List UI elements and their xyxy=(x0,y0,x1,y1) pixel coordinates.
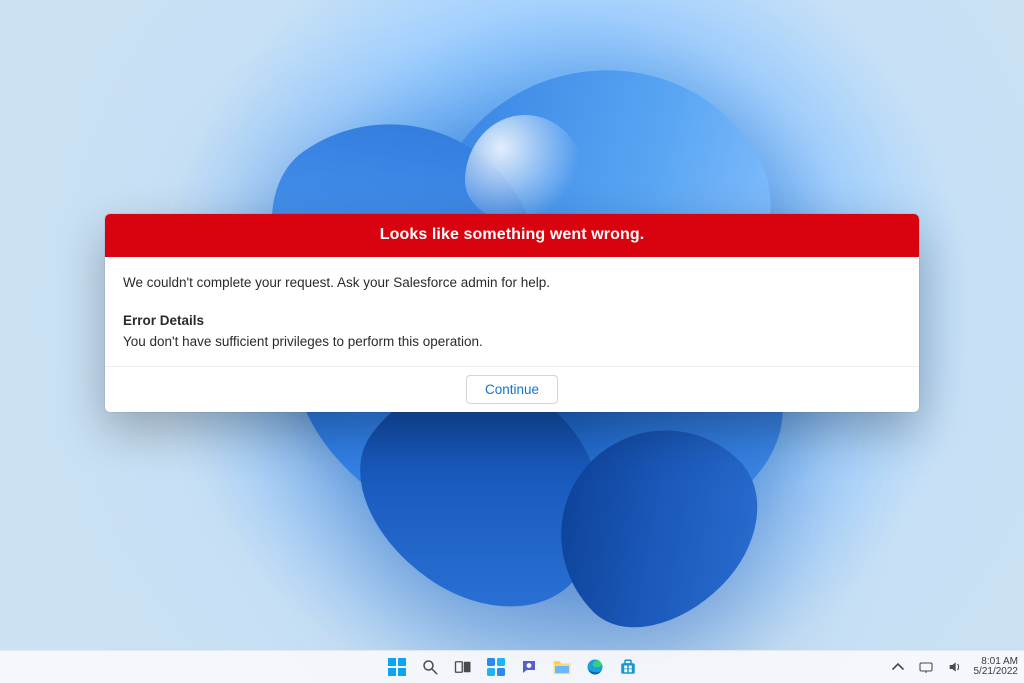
dialog-body: We couldn't complete your request. Ask y… xyxy=(105,257,919,366)
search-icon[interactable] xyxy=(417,654,443,680)
network-icon[interactable] xyxy=(916,654,936,680)
taskbar-tray: 8:01 AM 5/21/2022 xyxy=(889,654,1019,680)
error-details-label: Error Details xyxy=(123,311,901,331)
error-details-text: You don't have sufficient privileges to … xyxy=(123,332,901,352)
clock-date: 5/21/2022 xyxy=(974,667,1019,678)
widgets-icon[interactable] xyxy=(483,654,509,680)
error-dialog: Looks like something went wrong. We coul… xyxy=(105,214,919,412)
dialog-footer: Continue xyxy=(105,366,919,412)
chat-icon[interactable] xyxy=(516,654,542,680)
taskbar: 8:01 AM 5/21/2022 xyxy=(0,650,1024,683)
file-explorer-icon[interactable] xyxy=(549,654,575,680)
store-icon[interactable] xyxy=(615,654,641,680)
tray-chevron-up-icon[interactable] xyxy=(889,654,907,680)
start-icon[interactable] xyxy=(384,654,410,680)
sound-icon[interactable] xyxy=(945,654,965,680)
edge-icon[interactable] xyxy=(582,654,608,680)
taskbar-clock[interactable]: 8:01 AM 5/21/2022 xyxy=(974,657,1019,678)
taskbar-center xyxy=(384,654,641,680)
taskview-icon[interactable] xyxy=(450,654,476,680)
dialog-title: Looks like something went wrong. xyxy=(105,214,919,257)
continue-button[interactable]: Continue xyxy=(466,375,558,404)
dialog-message: We couldn't complete your request. Ask y… xyxy=(123,273,901,293)
